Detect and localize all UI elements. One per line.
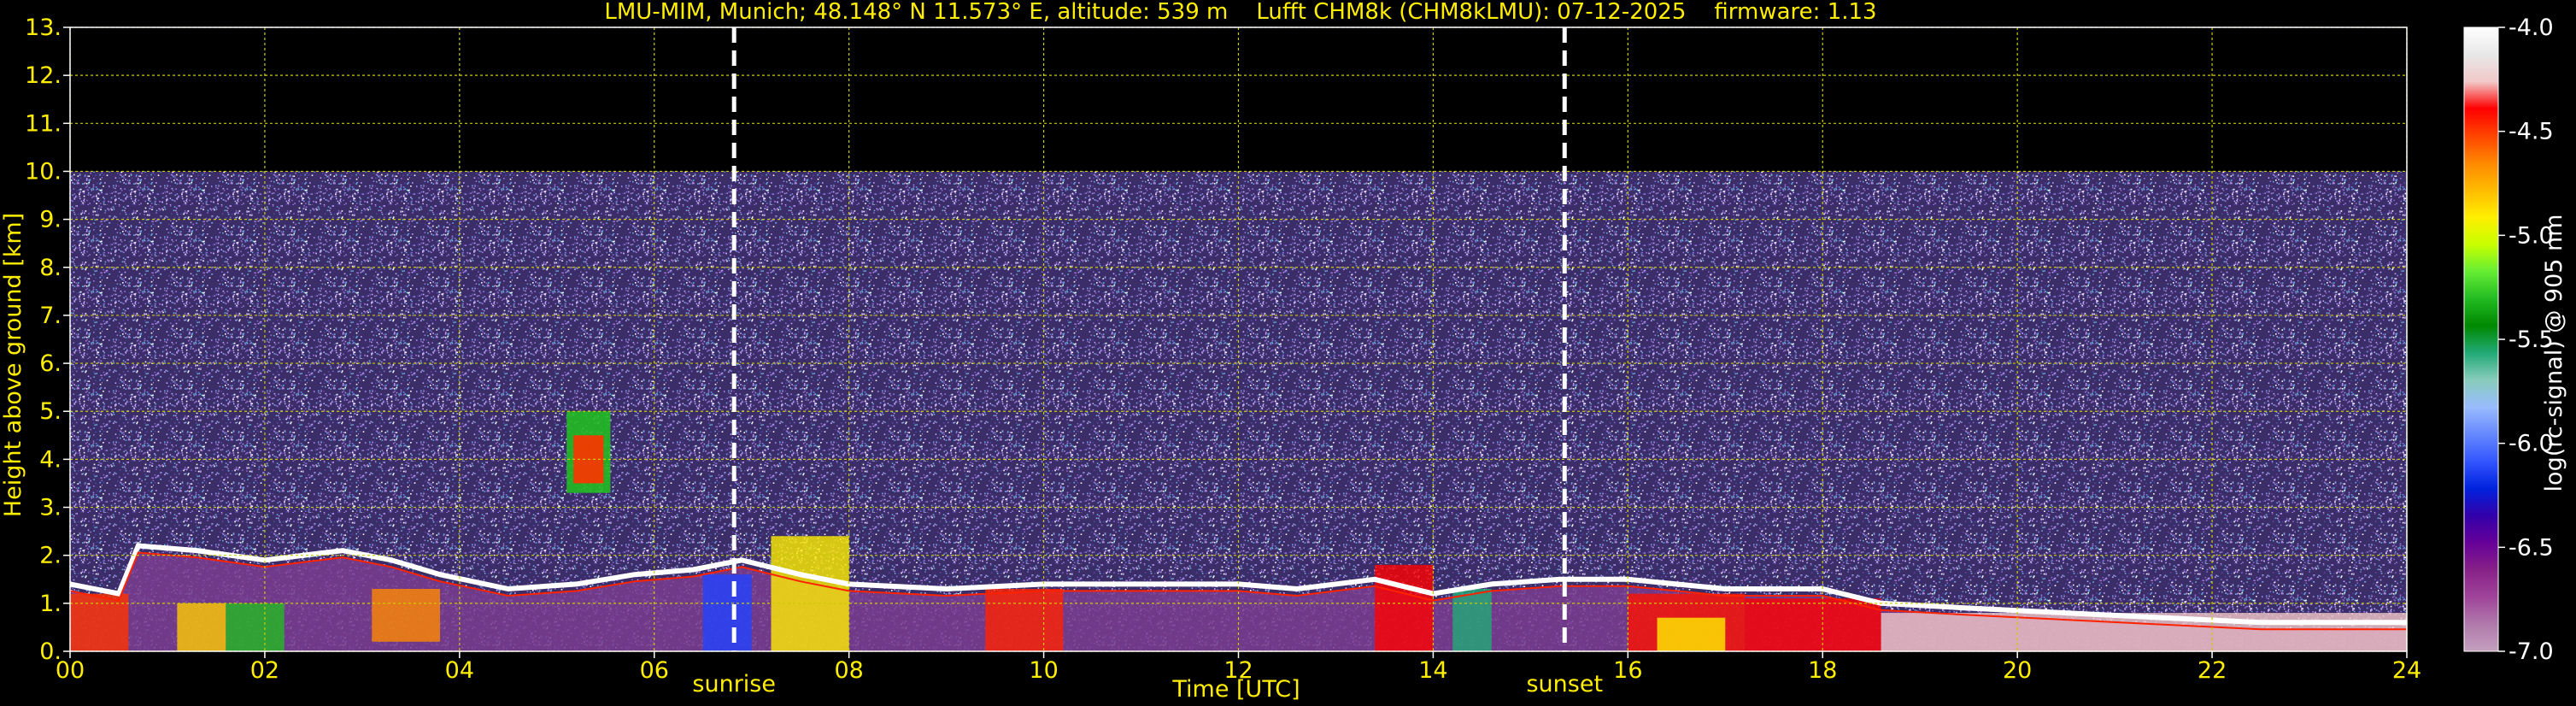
aerosol-block <box>1657 617 1726 651</box>
y-tick-label: 9. <box>39 207 62 233</box>
aerosol-block <box>372 589 441 642</box>
aerosol-block <box>226 603 285 651</box>
aerosol-block <box>702 574 752 651</box>
y-tick-label: 0. <box>39 638 62 665</box>
aerosol-block <box>177 603 226 651</box>
y-tick-label: 8. <box>39 255 62 281</box>
x-tick-label: 10 <box>1029 657 1058 684</box>
x-axis-label: Time [UTC] <box>1171 676 1300 703</box>
colorbar-tick-label: -4.5 <box>2509 119 2554 145</box>
y-tick-label: 11. <box>25 110 62 137</box>
x-tick-label: 06 <box>640 657 669 684</box>
colorbar: -4.0-4.5-5.0-5.5-6.0-6.5-7.0 <box>2463 15 2554 665</box>
x-tick-label: 24 <box>2392 657 2421 684</box>
y-tick-label: 12. <box>25 62 62 89</box>
colorbar-tick-label: -6.5 <box>2509 534 2554 561</box>
aerosol-block <box>1452 589 1492 651</box>
y-tick-label: 5. <box>39 398 62 425</box>
colorbar-tick-label: -7.0 <box>2509 638 2554 665</box>
aerosol-block <box>771 536 849 651</box>
colorbar-label: log(rc-signal) @ 905 nm <box>2541 215 2567 492</box>
x-tick-label: 20 <box>2003 657 2032 684</box>
x-tick-label: 18 <box>1808 657 1837 684</box>
y-tick-label: 13. <box>25 15 62 41</box>
y-tick-label: 10. <box>25 158 62 185</box>
y-tick-label: 3. <box>39 495 62 521</box>
sunrise-label: sunrise <box>692 671 776 697</box>
x-tick-label: 14 <box>1418 657 1447 684</box>
aerosol-block <box>985 589 1064 651</box>
y-tick-label: 7. <box>39 303 62 329</box>
x-tick-label: 02 <box>250 657 279 684</box>
colorbar-bar <box>2463 26 2499 652</box>
y-tick-label: 1. <box>39 591 62 617</box>
x-tick-label: 16 <box>1613 657 1642 684</box>
aerosol-block <box>70 593 129 651</box>
colorbar-tick-label: -4.0 <box>2509 15 2554 41</box>
ceilometer-chart: sunrise sunset 00 02 04 06 08 10 12 14 16 18 20 22 24… <box>0 0 2567 703</box>
aerosol-block <box>1375 564 1434 651</box>
x-tick-label: 08 <box>834 657 863 684</box>
x-tick-label: 22 <box>2198 657 2227 684</box>
y-axis-label: Height above ground [km] <box>0 213 26 517</box>
chart-title: LMU-MIM, Munich; 48.148° N 11.573° E, al… <box>604 0 1876 25</box>
y-tick-label: 2. <box>39 543 62 569</box>
y-tick-label: 4. <box>39 446 62 473</box>
x-tick-label: 04 <box>445 657 474 684</box>
y-tick-label: 6. <box>39 350 62 377</box>
sunset-label: sunset <box>1526 671 1603 697</box>
aerosol-block <box>1745 598 1881 651</box>
